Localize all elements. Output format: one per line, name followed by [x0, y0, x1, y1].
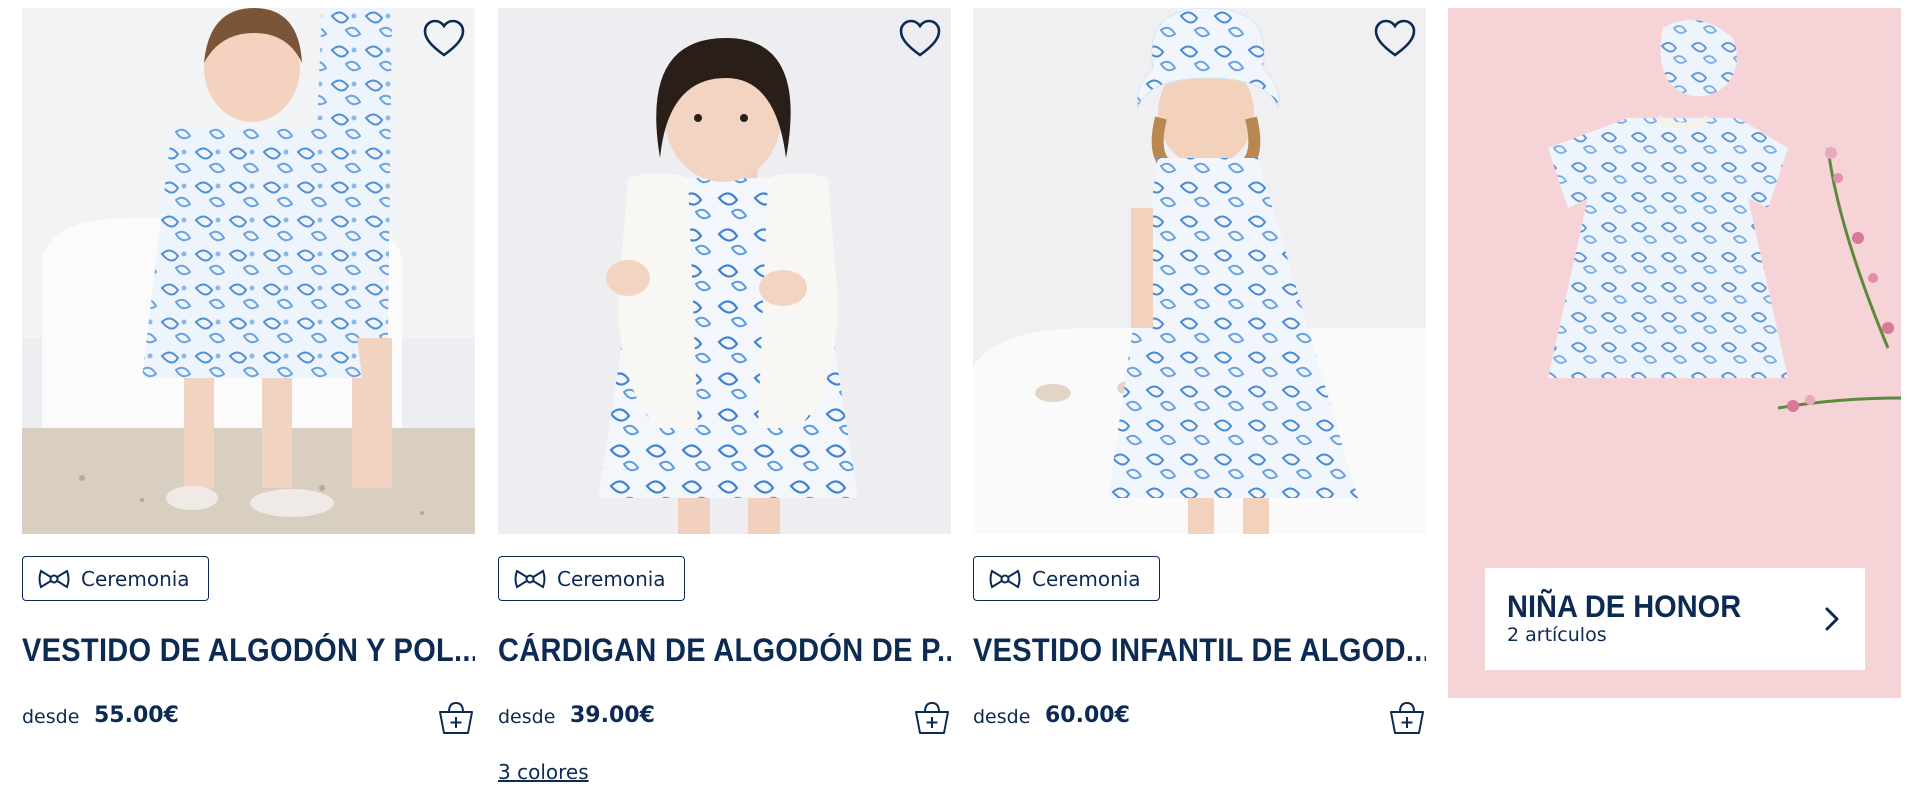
promo-tile[interactable]: NIÑA DE HONOR 2 artículos — [1448, 8, 1901, 698]
badge-label: Ceremonia — [81, 566, 190, 591]
product-price: 55.00€ — [94, 703, 179, 728]
product-price: 60.00€ — [1045, 703, 1130, 728]
badge-label: Ceremonia — [557, 566, 666, 591]
product-card[interactable]: Ceremonia VESTIDO DE ALGODÓN Y POL... de… — [22, 8, 475, 788]
promo-link[interactable]: NIÑA DE HONOR 2 artículos — [1485, 568, 1865, 670]
chevron-right-icon[interactable] — [1821, 604, 1843, 634]
heart-icon[interactable] — [1373, 17, 1417, 61]
category-badge: Ceremonia — [22, 556, 209, 601]
colors-link[interactable]: 3 colores — [498, 760, 589, 784]
product-title[interactable]: VESTIDO INFANTIL DE ALGOD... — [973, 633, 1426, 670]
heart-icon[interactable] — [422, 17, 466, 61]
category-badge: Ceremonia — [498, 556, 685, 601]
promo-subtitle: 2 artículos — [1507, 624, 1607, 646]
product-title[interactable]: VESTIDO DE ALGODÓN Y POL... — [22, 633, 475, 670]
price-row: desde 55.00€ — [22, 701, 475, 737]
basket-add-icon[interactable] — [1388, 699, 1426, 737]
promo-title: NIÑA DE HONOR — [1507, 589, 1742, 625]
product-image[interactable] — [22, 8, 475, 534]
product-grid: Ceremonia VESTIDO DE ALGODÓN Y POL... de… — [0, 0, 1920, 792]
price-row: desde 60.00€ — [973, 701, 1426, 737]
badge-label: Ceremonia — [1032, 566, 1141, 591]
price-row: desde 39.00€ — [498, 701, 951, 737]
category-badge: Ceremonia — [973, 556, 1160, 601]
price-prefix: desde — [973, 706, 1031, 728]
price-prefix: desde — [22, 706, 80, 728]
product-card[interactable]: Ceremonia VESTIDO INFANTIL DE ALGOD... d… — [973, 8, 1426, 788]
bow-tie-icon — [989, 569, 1021, 588]
heart-icon[interactable] — [898, 17, 942, 61]
basket-add-icon[interactable] — [437, 699, 475, 737]
bow-tie-icon — [514, 569, 546, 588]
product-card[interactable]: Ceremonia CÁRDIGAN DE ALGODÓN DE P... de… — [498, 8, 951, 788]
basket-add-icon[interactable] — [913, 699, 951, 737]
product-price: 39.00€ — [570, 703, 655, 728]
price-prefix: desde — [498, 706, 556, 728]
product-image[interactable] — [498, 8, 951, 534]
product-title[interactable]: CÁRDIGAN DE ALGODÓN DE P... — [498, 633, 951, 670]
product-image[interactable] — [973, 8, 1426, 534]
bow-tie-icon — [38, 569, 70, 588]
